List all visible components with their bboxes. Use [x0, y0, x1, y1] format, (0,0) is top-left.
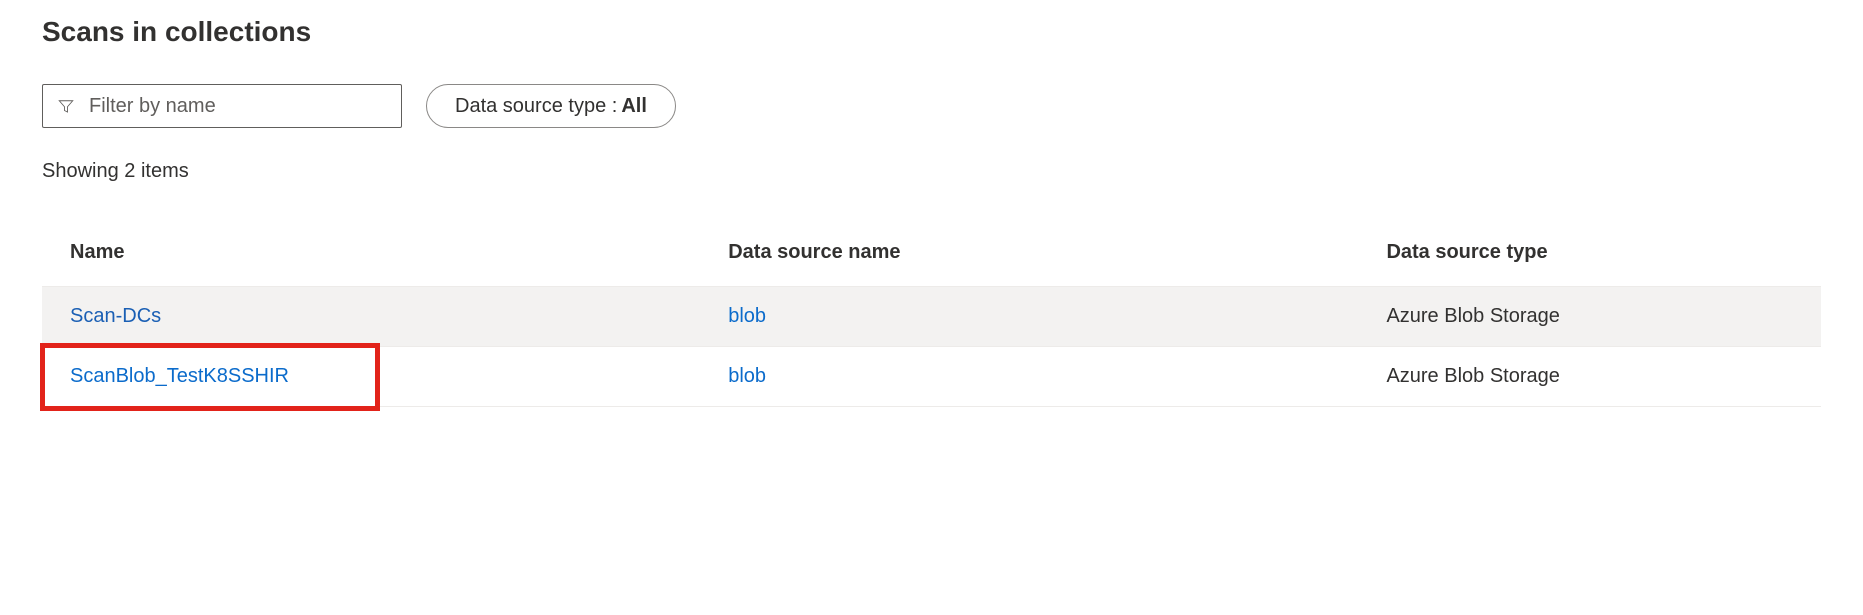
data-source-type-filter-button[interactable]: Data source type : All: [426, 84, 676, 128]
data-source-type-filter-label: Data source type :: [455, 95, 617, 118]
result-count: Showing 2 items: [42, 160, 1821, 183]
data-source-type-text: Azure Blob Storage: [1386, 305, 1559, 327]
table-wrapper: Name Data source name Data source type S…: [42, 227, 1821, 407]
data-source-name-link[interactable]: blob: [728, 305, 766, 327]
data-source-name-link[interactable]: blob: [728, 365, 766, 387]
table-row[interactable]: Scan-DCs blob Azure Blob Storage: [42, 287, 1821, 347]
filter-icon: [57, 97, 75, 115]
column-header-name[interactable]: Name: [42, 227, 700, 287]
filter-row: Data source type : All: [42, 84, 1821, 128]
table-header-row: Name Data source name Data source type: [42, 227, 1821, 287]
filter-by-name-wrapper[interactable]: [42, 84, 402, 128]
page-container: Scans in collections Data source type : …: [0, 0, 1863, 407]
table-row[interactable]: ScanBlob_TestK8SSHIR blob Azure Blob Sto…: [42, 347, 1821, 407]
data-source-type-text: Azure Blob Storage: [1386, 365, 1559, 387]
page-title: Scans in collections: [42, 16, 1821, 48]
filter-by-name-input[interactable]: [89, 95, 387, 118]
scan-name-link[interactable]: ScanBlob_TestK8SSHIR: [70, 365, 289, 387]
scans-table: Name Data source name Data source type S…: [42, 227, 1821, 407]
data-source-type-filter-value: All: [621, 95, 647, 118]
column-header-data-source-type[interactable]: Data source type: [1358, 227, 1821, 287]
scan-name-link[interactable]: Scan-DCs: [70, 305, 161, 327]
column-header-data-source-name[interactable]: Data source name: [700, 227, 1358, 287]
